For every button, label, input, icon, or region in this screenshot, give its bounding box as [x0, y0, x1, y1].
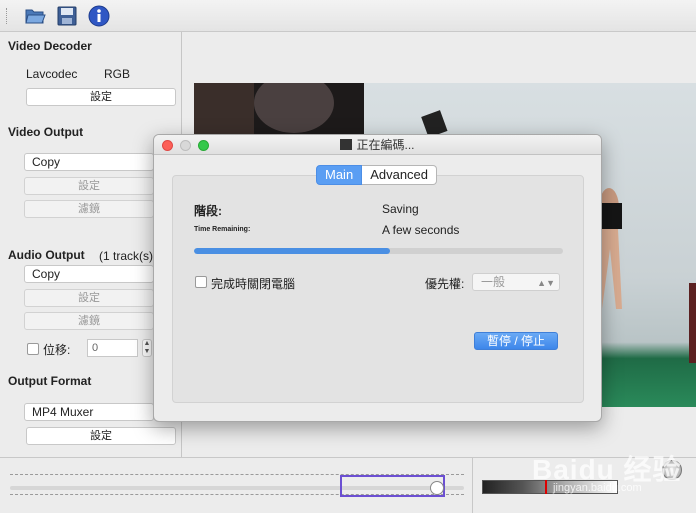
video-output-codec-select[interactable]: Copy: [24, 153, 154, 171]
output-format-settings-button[interactable]: 設定: [26, 427, 176, 445]
video-output-filters-button[interactable]: 濾鏡: [24, 200, 154, 218]
stage-value: Saving: [382, 202, 419, 216]
toolbar: [0, 0, 696, 32]
priority-label: 優先權:: [425, 277, 465, 291]
audio-output-codec-select[interactable]: Copy: [24, 265, 154, 283]
time-remaining-value: A few seconds: [382, 223, 460, 237]
time-remaining-label: Time Remaining:: [194, 226, 251, 233]
progress-fill: [194, 248, 390, 254]
video-decoder-settings-button[interactable]: 設定: [26, 88, 176, 106]
priority-select[interactable]: 一般 ▲▼: [472, 273, 560, 291]
audio-output-title: Audio Output: [8, 248, 85, 262]
audio-track-count: (1 track(s): [99, 249, 153, 263]
tab-advanced[interactable]: Advanced: [362, 165, 438, 185]
minimize-button[interactable]: [180, 140, 191, 151]
close-button[interactable]: [162, 140, 173, 151]
encoding-dialog: 正在編碼... Main Advanced 階段: Saving Time Re…: [153, 134, 602, 422]
audio-shift-input[interactable]: 0: [87, 339, 138, 357]
audio-shift-stepper[interactable]: ▲ ▼: [142, 339, 152, 357]
encoding-progress-bar: [194, 248, 563, 254]
output-format-select[interactable]: MP4 Muxer: [24, 403, 154, 421]
open-folder-icon[interactable]: [24, 5, 46, 27]
decoder-format: RGB: [104, 67, 131, 81]
stage-label: 階段:: [194, 204, 222, 218]
audio-shift-checkbox[interactable]: [27, 343, 39, 355]
save-disk-icon[interactable]: [56, 5, 78, 27]
video-decoder-title: Video Decoder: [8, 39, 92, 53]
chevron-updown-icon: ▲▼: [537, 278, 555, 288]
tab-main[interactable]: Main: [316, 165, 363, 185]
info-icon[interactable]: [88, 5, 110, 27]
priority-value: 一般: [481, 275, 506, 289]
toolbar-grip: [6, 8, 9, 24]
shutdown-checkbox[interactable]: [195, 276, 207, 288]
zoom-button[interactable]: [198, 140, 209, 151]
decoder-name: Lavcodec: [26, 67, 78, 81]
dialog-title: 正在編碼...: [356, 138, 415, 152]
shutdown-label: 完成時關閉電腦: [211, 277, 296, 291]
dialog-titlebar: 正在編碼...: [154, 135, 601, 155]
audio-shift-label: 位移:: [43, 343, 71, 357]
divider: [472, 458, 473, 513]
output-format-title: Output Format: [8, 374, 92, 388]
video-output-settings-button[interactable]: 設定: [24, 177, 154, 195]
watermark-url: jingyan.baidu.com: [553, 482, 642, 494]
timeline-knob[interactable]: [430, 481, 444, 495]
clapperboard-icon: [340, 139, 353, 150]
tab-bar: Main Advanced: [316, 165, 438, 185]
video-output-title: Video Output: [8, 125, 84, 139]
audio-output-filters-button[interactable]: 濾鏡: [24, 312, 154, 330]
audio-output-settings-button[interactable]: 設定: [24, 289, 154, 307]
pause-stop-button[interactable]: 暫停 / 停止: [474, 332, 558, 350]
